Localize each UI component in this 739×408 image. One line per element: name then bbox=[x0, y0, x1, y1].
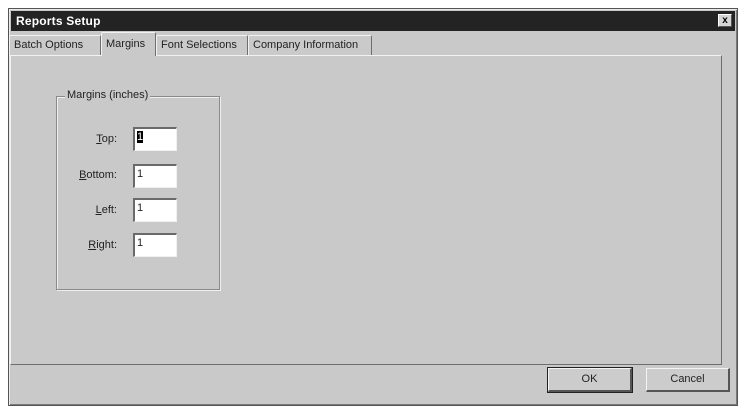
bottom-margin-input[interactable]: 1 bbox=[133, 164, 177, 188]
right-margin-input[interactable]: 1 bbox=[133, 233, 177, 257]
margins-group-label: Margins (inches) bbox=[65, 89, 151, 101]
tab-batch-options[interactable]: Batch Options bbox=[9, 35, 101, 55]
bottom-label: Bottom: bbox=[79, 169, 117, 181]
left-label: Left: bbox=[95, 204, 117, 216]
close-icon[interactable]: x bbox=[718, 14, 732, 27]
tab-company-information[interactable]: Company Information bbox=[248, 35, 372, 55]
ok-button[interactable]: OK bbox=[547, 367, 633, 393]
tab-margins[interactable]: Margins bbox=[101, 32, 156, 56]
left-margin-input[interactable]: 1 bbox=[133, 198, 177, 222]
right-label: Right: bbox=[88, 239, 117, 251]
cancel-button[interactable]: Cancel bbox=[646, 368, 730, 392]
title-bar[interactable]: Reports Setup x bbox=[11, 11, 735, 31]
tab-font-selections[interactable]: Font Selections bbox=[156, 35, 248, 55]
top-label: Top: bbox=[96, 133, 117, 145]
window-title: Reports Setup bbox=[16, 14, 101, 28]
margins-tab-panel: Margins (inches) Top: 1 Bottom: 1 Left: … bbox=[10, 55, 722, 365]
top-margin-input[interactable]: 1 bbox=[133, 127, 177, 151]
margins-groupbox: Margins (inches) Top: 1 Bottom: 1 Left: … bbox=[56, 89, 220, 290]
